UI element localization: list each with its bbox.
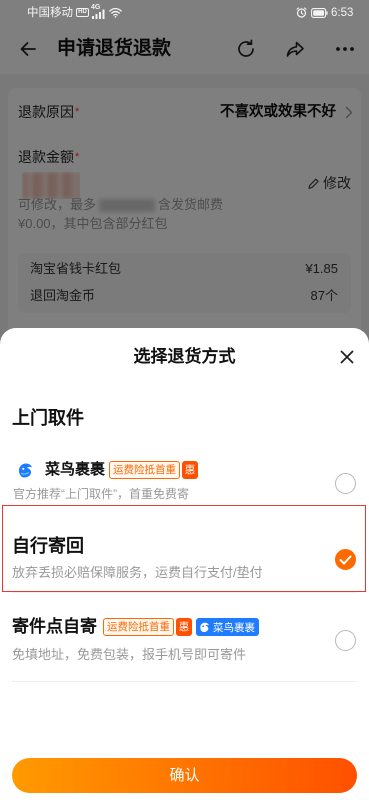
option-description: 官方推荐“上门取件”，首重免费寄 xyxy=(13,487,189,501)
cainiao-logo-icon xyxy=(199,621,211,633)
option-description: 放弃丢损必赔保障服务，运费自行支付/垫付 xyxy=(12,565,263,580)
option-cainiao-pickup[interactable]: 菜鸟裹裹 运费险抵首重 惠 官方推荐“上门取件”，首重免费寄 xyxy=(0,443,369,505)
option-radio[interactable] xyxy=(335,630,356,651)
checkmark-icon xyxy=(339,555,352,564)
discount-badge: 惠 xyxy=(176,618,192,636)
freight-insurance-badge: 运费险抵首重 xyxy=(103,618,174,636)
carrier-name: 中国移动 xyxy=(27,7,73,19)
signal-icon xyxy=(92,9,106,19)
alarm-icon xyxy=(296,7,307,18)
option-dropoff-point[interactable]: 寄件点自寄 运费险抵首重 惠 菜鸟裹裹 免填地址，免费包装，报手机号即可寄件 xyxy=(0,592,369,681)
option-header: 寄件点自寄 运费险抵首重 惠 菜鸟裹裹 xyxy=(12,615,259,639)
option-name: 寄件点自寄 xyxy=(12,617,97,636)
clock: 6:53 xyxy=(331,7,354,19)
option-radio[interactable] xyxy=(335,549,356,570)
option-self-return[interactable]: 自行寄回 放弃丢损必赔保障服务，运费自行支付/垫付 xyxy=(0,505,369,592)
discount-badge: 惠 xyxy=(182,461,199,479)
battery-icon xyxy=(311,8,328,18)
option-radio[interactable] xyxy=(335,473,356,494)
cainiao-partner-badge: 菜鸟裹裹 xyxy=(196,618,259,636)
confirm-button[interactable]: 确认 xyxy=(12,758,357,793)
return-method-sheet: 选择退货方式 上门取件 菜鸟裹裹 运费险抵首重 惠 官方推荐“上门取件”，首重免… xyxy=(0,328,369,800)
section-title-pickup: 上门取件 xyxy=(12,408,84,428)
sheet-title: 选择退货方式 xyxy=(133,347,236,366)
option-header: 菜鸟裹裹 运费险抵首重 惠 xyxy=(17,460,199,480)
freight-insurance-badge: 运费险抵首重 xyxy=(109,461,181,479)
divider xyxy=(12,681,357,682)
option-description: 免填地址，免费包装，报手机号即可寄件 xyxy=(12,647,247,662)
status-bar: 中国移动 HD 4G 6:53 xyxy=(0,0,369,26)
wifi-icon xyxy=(109,7,122,18)
close-icon[interactable] xyxy=(339,349,355,365)
option-header: 自行寄回 xyxy=(12,534,84,558)
option-name: 自行寄回 xyxy=(12,536,84,556)
hd-badge: HD xyxy=(76,8,89,17)
partner-badge-label: 菜鸟裹裹 xyxy=(213,621,255,634)
cainiao-logo-icon xyxy=(17,461,35,479)
option-name: 菜鸟裹裹 xyxy=(45,461,106,478)
